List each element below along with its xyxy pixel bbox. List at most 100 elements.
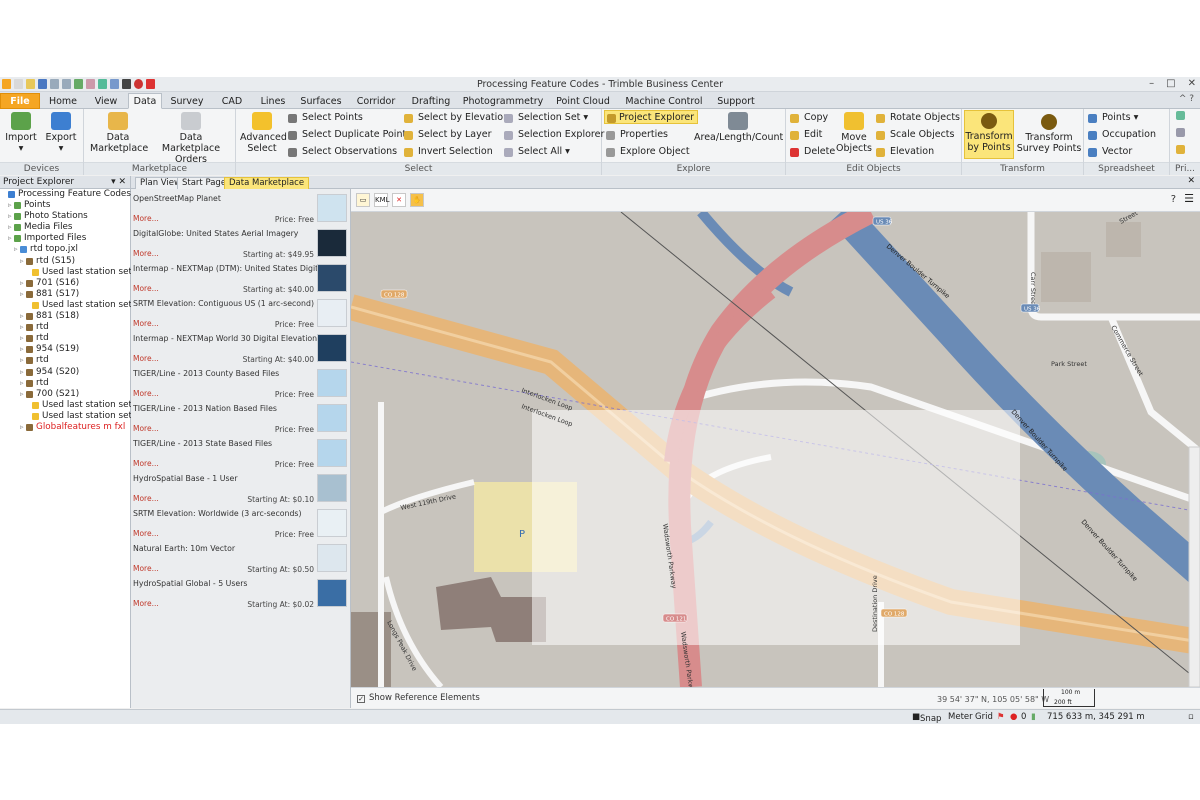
marketplace-item[interactable]: OpenStreetMap Planet More... Price: Free <box>131 191 350 226</box>
kml-icon[interactable]: KML <box>374 193 390 207</box>
more-link[interactable]: More... <box>133 459 159 468</box>
select-by-layer-button[interactable]: Select by Layer <box>404 128 492 142</box>
expand-icon[interactable]: ▹ <box>20 278 24 289</box>
more-link[interactable]: More... <box>133 424 159 433</box>
expand-icon[interactable]: ▹ <box>20 322 24 333</box>
edit-button[interactable]: Edit <box>790 128 822 142</box>
marketplace-item[interactable]: HydroSpatial Base - 1 User More... Startin… <box>131 471 350 506</box>
layer-icon[interactable]: ▮ <box>1031 712 1036 722</box>
expand-icon[interactable]: ▹ <box>20 378 24 389</box>
tree-node[interactable]: Processing Feature Codes <box>0 189 131 200</box>
transform-survey-points-button[interactable]: Transform Survey Points <box>1016 112 1082 154</box>
tree-node[interactable]: ▹ rtd topo.jxl <box>0 244 130 255</box>
grid-toggle[interactable]: Grid <box>975 712 993 722</box>
project-explorer-button[interactable]: Project Explorer <box>604 110 699 124</box>
tree-node[interactable]: ▹ 954 (S20) <box>0 367 130 378</box>
data-marketplace-button[interactable]: Data Marketplace <box>90 112 148 154</box>
show-reference-elements-checkbox[interactable]: ✓ Show Reference Elements <box>357 693 480 703</box>
more-link[interactable]: More... <box>133 529 159 538</box>
points-spreadsheet-dropdown[interactable]: Points ▾ <box>1088 111 1138 125</box>
tab-cad[interactable]: CAD <box>212 93 252 109</box>
units-toggle[interactable]: Meter <box>948 712 973 722</box>
marketplace-item[interactable]: SRTM Elevation: Worldwide (3 arc-seconds… <box>131 506 350 541</box>
select-observations-button[interactable]: Select Observations <box>288 145 397 159</box>
tree-node[interactable]: ▹ Points <box>0 200 130 211</box>
expand-icon[interactable]: ▹ <box>8 222 12 233</box>
more-link[interactable]: More... <box>133 494 159 503</box>
expand-icon[interactable]: ▹ <box>8 200 12 211</box>
record-icon[interactable]: ● <box>1010 712 1017 722</box>
tab-photogrammetry[interactable]: Photogrammetry <box>460 93 546 109</box>
flag-icon[interactable]: ⚑ <box>997 712 1005 722</box>
scale-objects-button[interactable]: Scale Objects <box>876 128 954 142</box>
selection-set-dropdown[interactable]: Selection Set ▾ <box>504 111 588 125</box>
maximize-icon[interactable]: □ <box>1166 78 1175 89</box>
data-marketplace-orders-button[interactable]: Data Marketplace Orders <box>150 112 232 165</box>
tree-node[interactable]: ▹ 701 (S16) <box>0 278 130 289</box>
tab-lines[interactable]: Lines <box>254 93 292 109</box>
resize-grip-icon[interactable]: ▫ <box>1188 712 1194 722</box>
marketplace-item[interactable]: TIGER/Line - 2013 Nation Based Files More… <box>131 401 350 436</box>
expand-icon[interactable]: ▹ <box>20 355 24 366</box>
tree-node[interactable]: ▹ rtd (S15) <box>0 256 130 267</box>
occupation-button[interactable]: Occupation <box>1088 128 1156 142</box>
pan-hand-icon[interactable]: ✋ <box>410 193 424 207</box>
select-points-button[interactable]: Select Points <box>288 111 363 125</box>
snap-toggle[interactable]: ■ Snap <box>912 712 941 724</box>
marketplace-item[interactable]: Intermap - NEXTMap World 30 Digital Elev… <box>131 331 350 366</box>
tab-corridor[interactable]: Corridor <box>350 93 402 109</box>
select-by-elevation-button[interactable]: Select by Elevation <box>404 111 509 125</box>
zoom-slider[interactable] <box>1188 446 1200 687</box>
marketplace-item[interactable]: SRTM Elevation: Contiguous US (1 arc-sec… <box>131 296 350 331</box>
expand-icon[interactable]: ▹ <box>20 289 24 300</box>
area-length-count-button[interactable]: Area/Length/Count <box>694 112 783 143</box>
pri-button-2[interactable] <box>1176 128 1185 142</box>
invert-selection-button[interactable]: Invert Selection <box>404 145 493 159</box>
move-objects-button[interactable]: Move Objects <box>834 112 874 154</box>
tree-node[interactable]: Used last station setup <box>0 400 143 411</box>
marketplace-item[interactable]: HydroSpatial Global - 5 Users More... Star… <box>131 576 350 611</box>
pri-button-1[interactable] <box>1176 111 1185 125</box>
tab-machine-control[interactable]: Machine Control <box>620 93 708 109</box>
tree-node[interactable]: ▹ 954 (S19) <box>0 344 130 355</box>
expand-icon[interactable]: ▹ <box>20 389 24 400</box>
more-link[interactable]: More... <box>133 354 159 363</box>
close-icon[interactable]: ✕ <box>1188 78 1196 89</box>
tree-node[interactable]: ▹ 881 (S17) <box>0 289 130 300</box>
more-link[interactable]: More... <box>133 599 159 608</box>
more-link[interactable]: More... <box>133 389 159 398</box>
pri-button-3[interactable] <box>1176 145 1185 159</box>
properties-button[interactable]: Properties <box>606 128 668 142</box>
clear-icon[interactable]: ✕ <box>392 193 406 207</box>
expand-icon[interactable]: ▹ <box>20 311 24 322</box>
tree-node[interactable]: Used last station setup <box>0 411 143 422</box>
tree-node[interactable]: ▹ rtd <box>0 355 130 366</box>
map-canvas[interactable]: P Interlocken Loop Interlocken Loop West… <box>351 212 1200 687</box>
more-link[interactable]: More... <box>133 249 159 258</box>
explore-object-button[interactable]: Explore Object <box>606 145 690 159</box>
tab-view[interactable]: View <box>86 93 126 109</box>
marketplace-item[interactable]: Intermap - NEXTMap (DTM): United States … <box>131 261 350 296</box>
tree-node[interactable]: Used last station setup <box>0 300 143 311</box>
expand-icon[interactable]: ▹ <box>14 244 18 255</box>
marketplace-item[interactable]: DigitalGlobe: United States Aerial Image… <box>131 226 350 261</box>
panel-close-icon[interactable]: ▾ ✕ <box>111 176 126 189</box>
tree-node[interactable]: ▹ rtd <box>0 322 130 333</box>
tree-node[interactable]: Used last station setup <box>0 267 143 278</box>
tab-file[interactable]: File <box>0 93 40 109</box>
marketplace-item[interactable]: Natural Earth: 10m Vector More... Starting… <box>131 541 350 576</box>
tab-drafting[interactable]: Drafting <box>404 93 458 109</box>
expand-icon[interactable]: ▹ <box>20 256 24 267</box>
export-button[interactable]: Export ▾ <box>44 112 78 154</box>
ribbon-help[interactable]: ^ ? <box>1179 94 1194 104</box>
tab-home[interactable]: Home <box>42 93 84 109</box>
tree-node[interactable]: ▹ Photo Stations <box>0 211 130 222</box>
more-link[interactable]: More... <box>133 214 159 223</box>
advanced-select-button[interactable]: Advanced Select <box>240 112 287 154</box>
tree-node[interactable]: ▹ Globalfeatures m fxl <box>0 422 130 433</box>
help-icon[interactable]: ? <box>1171 194 1176 205</box>
transform-by-points-button[interactable]: Transform by Points <box>964 110 1014 159</box>
document-close-icon[interactable]: ✕ <box>1187 176 1195 186</box>
vector-button[interactable]: Vector <box>1088 145 1132 159</box>
expand-icon[interactable]: ▹ <box>20 333 24 344</box>
